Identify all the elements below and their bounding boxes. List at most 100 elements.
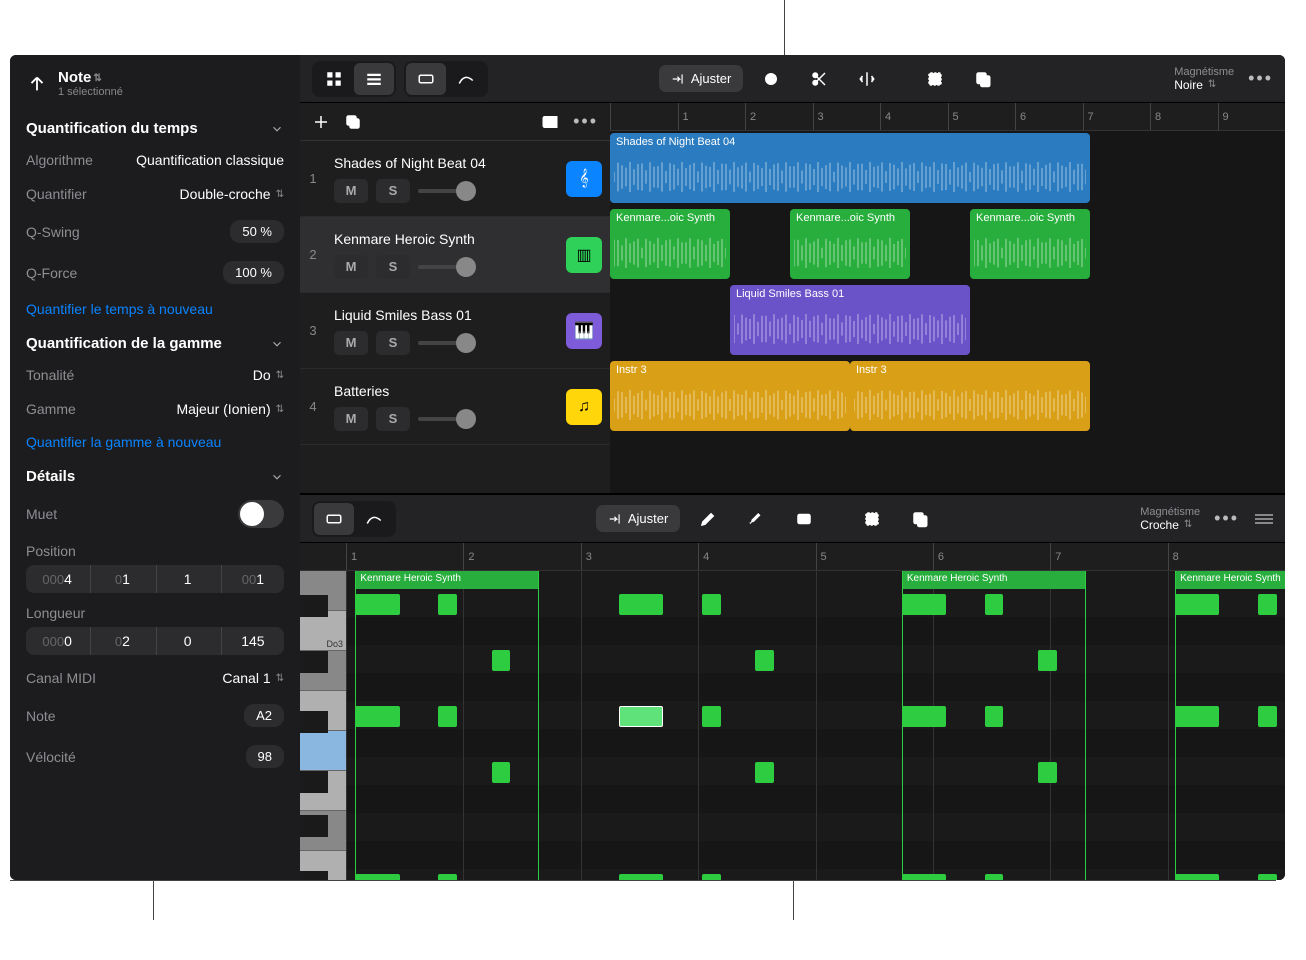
track-more-icon[interactable]: ••• [573, 111, 598, 132]
row-note[interactable]: NoteA2 [26, 695, 284, 736]
region[interactable]: Liquid Smiles Bass 01 [730, 285, 970, 355]
midi-note[interactable] [1258, 706, 1277, 727]
solo-button[interactable]: S [376, 331, 410, 355]
ruler-bottom[interactable]: 12345678 [300, 543, 1285, 571]
mute-button[interactable]: M [334, 255, 368, 279]
track-type-icon[interactable]: ♫ [566, 389, 602, 425]
region[interactable]: Instr 3 [610, 361, 850, 431]
copy-tool-icon[interactable] [963, 63, 1003, 95]
ruler-top[interactable]: 123456789 [610, 103, 1285, 131]
snap-selector-bottom[interactable]: Magnétisme Croche⇅ [1140, 506, 1200, 532]
editor-adjust-tool[interactable]: Ajuster [596, 505, 680, 532]
midi-note[interactable] [702, 594, 721, 615]
marquee-tool-icon[interactable] [915, 63, 955, 95]
row-algorithm[interactable]: AlgorithmeQuantification classique [26, 143, 284, 177]
midi-note[interactable] [355, 594, 399, 615]
solo-button[interactable]: S [376, 255, 410, 279]
midi-note[interactable] [985, 706, 1004, 727]
midi-note[interactable] [902, 594, 946, 615]
view-list-button[interactable] [354, 63, 394, 95]
row-qswing[interactable]: Q-Swing50 % [26, 211, 284, 252]
timeline[interactable]: Shades of Night Beat 04Kenmare...oic Syn… [610, 131, 1285, 493]
midi-note[interactable] [1038, 762, 1057, 783]
midi-note[interactable] [902, 706, 946, 727]
midi-note[interactable] [755, 762, 774, 783]
midi-note[interactable] [619, 594, 663, 615]
snap-selector-top[interactable]: Magnétisme Noire⇅ [1174, 66, 1234, 92]
mute-button[interactable]: M [334, 331, 368, 355]
solo-button[interactable]: S [376, 179, 410, 203]
scissors-tool-icon[interactable] [799, 63, 839, 95]
row-scale[interactable]: GammeMajeur (Ionien)⇅ [26, 392, 284, 426]
solo-button[interactable]: S [376, 407, 410, 431]
midi-note[interactable] [438, 706, 457, 727]
more-icon[interactable]: ••• [1248, 68, 1273, 89]
region[interactable]: Kenmare...oic Synth [790, 209, 910, 279]
editor-view-automation-button[interactable] [354, 503, 394, 535]
track-header[interactable]: 1 Shades of Night Beat 04 M S 𝄞 [300, 141, 610, 217]
track-header[interactable]: 3 Liquid Smiles Bass 01 M S 🎹 [300, 293, 610, 369]
volume-slider[interactable] [418, 341, 474, 345]
duplicate-track-icon[interactable] [344, 113, 362, 131]
view-regions-button[interactable] [406, 63, 446, 95]
track-header[interactable]: 2 Kenmare Heroic Synth M S ▥ [300, 217, 610, 293]
adjust-tool[interactable]: Ajuster [659, 65, 743, 92]
split-tool-icon[interactable] [847, 63, 887, 95]
length-field[interactable]: 0000 02 0 145 [26, 627, 284, 655]
volume-slider[interactable] [418, 189, 474, 193]
row-quantifier[interactable]: QuantifierDouble-croche⇅ [26, 177, 284, 211]
midi-note[interactable] [1175, 594, 1219, 615]
volume-slider[interactable] [418, 417, 474, 421]
midi-note[interactable] [702, 706, 721, 727]
row-key[interactable]: TonalitéDo⇅ [26, 358, 284, 392]
midi-note[interactable] [438, 594, 457, 615]
mute-toggle[interactable] [238, 500, 284, 528]
position-field[interactable]: 0004 01 1 001 [26, 565, 284, 593]
track-header[interactable]: 4 Batteries M S ♫ [300, 369, 610, 445]
track-type-icon[interactable]: 🎹 [566, 313, 602, 349]
section-details[interactable]: Détails [26, 458, 284, 491]
inspector-title[interactable]: Note⇅ [58, 69, 123, 86]
velocity-tool-icon[interactable] [784, 503, 824, 535]
midi-note[interactable] [492, 762, 511, 783]
brush-tool-icon[interactable] [736, 503, 776, 535]
row-midi-channel[interactable]: Canal MIDICanal 1⇅ [26, 661, 284, 695]
mute-button[interactable]: M [334, 407, 368, 431]
section-quant-scale[interactable]: Quantification de la gamme [26, 325, 284, 358]
region[interactable]: Kenmare...oic Synth [610, 209, 730, 279]
add-track-icon[interactable] [312, 113, 330, 131]
midi-note[interactable] [1175, 706, 1219, 727]
track-type-icon[interactable]: ▥ [566, 237, 602, 273]
pencil-tool-icon[interactable] [688, 503, 728, 535]
region[interactable]: Shades of Night Beat 04 [610, 133, 1090, 203]
midi-note[interactable] [619, 706, 663, 727]
region[interactable]: Instr 3 [850, 361, 1090, 431]
midi-note[interactable] [492, 650, 511, 671]
section-quant-time[interactable]: Quantification du temps [26, 110, 284, 143]
row-qforce[interactable]: Q-Force100 % [26, 252, 284, 293]
region[interactable]: Kenmare...oic Synth [970, 209, 1090, 279]
piano-roll[interactable]: Kenmare Heroic SynthKenmare Heroic Synth… [346, 571, 1285, 880]
link-requantize-scale[interactable]: Quantifier la gamme à nouveau [26, 426, 284, 458]
media-browser-icon[interactable] [541, 113, 559, 131]
editor-more-icon[interactable]: ••• [1214, 508, 1239, 529]
midi-note[interactable] [355, 706, 399, 727]
editor-copy-icon[interactable] [900, 503, 940, 535]
row-velocity[interactable]: Vélocité98 [26, 736, 284, 777]
back-icon[interactable] [26, 73, 48, 95]
midi-note[interactable] [1038, 650, 1057, 671]
resize-handle-icon[interactable] [1255, 513, 1273, 525]
editor-marquee-icon[interactable] [852, 503, 892, 535]
track-type-icon[interactable]: 𝄞 [566, 161, 602, 197]
midi-note[interactable] [1258, 594, 1277, 615]
editor-view-region-button[interactable] [314, 503, 354, 535]
mute-button[interactable]: M [334, 179, 368, 203]
piano-keyboard[interactable]: Do3 [300, 571, 346, 880]
view-grid-button[interactable] [314, 63, 354, 95]
view-automation-button[interactable] [446, 63, 486, 95]
loop-tool-icon[interactable] [751, 63, 791, 95]
midi-note[interactable] [985, 594, 1004, 615]
link-requantize-time[interactable]: Quantifier le temps à nouveau [26, 293, 284, 325]
midi-note[interactable] [755, 650, 774, 671]
volume-slider[interactable] [418, 265, 474, 269]
